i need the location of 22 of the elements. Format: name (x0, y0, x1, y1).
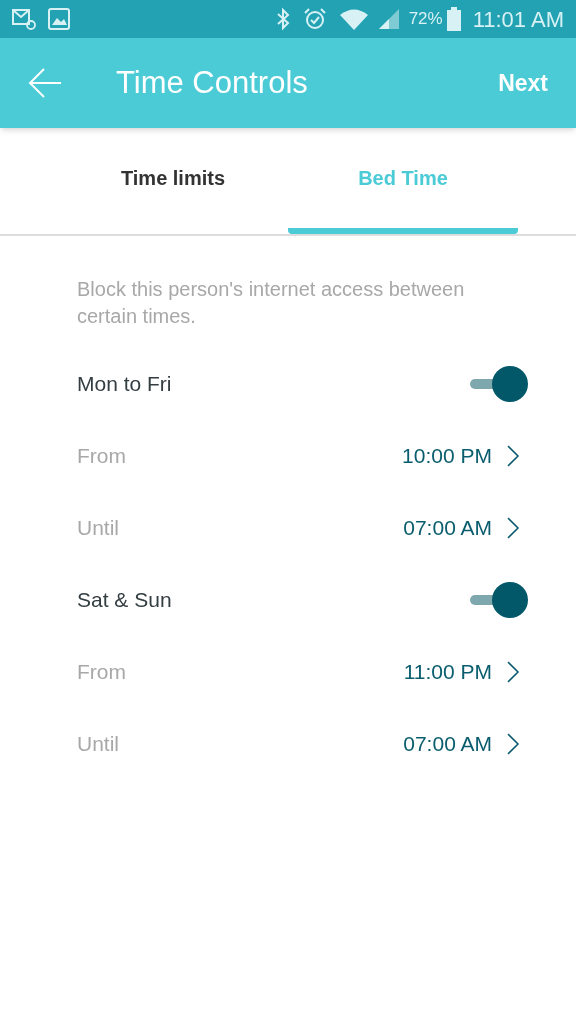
screen-title: Time Controls (116, 63, 308, 102)
chevron-right-icon (506, 660, 520, 684)
email-notification-icon (12, 8, 36, 30)
clock-time: 11:01 AM (472, 5, 564, 34)
chevron-right-icon (506, 516, 520, 540)
description-text: Block this person's internet access between certain times. (77, 277, 466, 329)
toggle-switch[interactable] (470, 366, 528, 402)
time-row[interactable]: From 11:00 PM (77, 636, 528, 708)
image-notification-icon (48, 8, 70, 30)
tab[interactable]: Time limits (58, 128, 288, 234)
chevron-right-icon (506, 732, 520, 756)
time-row[interactable]: Until 07:00 AM (77, 708, 528, 780)
time-row[interactable]: From 10:00 PM (77, 420, 528, 492)
wifi-icon (338, 7, 369, 31)
battery-icon (446, 7, 461, 31)
schedule-label: Mon to Fri (77, 371, 172, 398)
alarm-clock-icon (302, 7, 327, 31)
time-row[interactable]: Until 07:00 AM (77, 492, 528, 564)
schedule-label: Sat & Sun (77, 587, 172, 614)
chevron-right-icon (506, 444, 520, 468)
battery-percent: 72% (408, 8, 443, 31)
toggle-switch[interactable] (470, 582, 528, 618)
